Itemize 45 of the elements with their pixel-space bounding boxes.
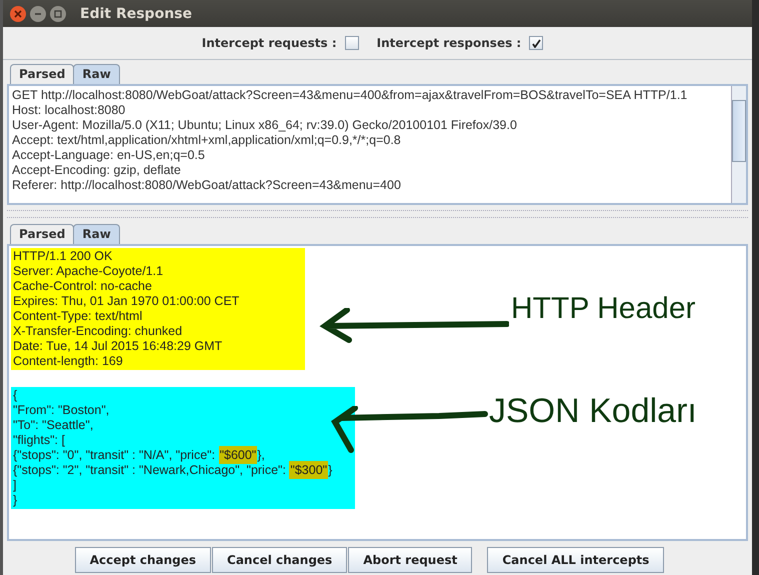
action-button[interactable]: Abort request [348,547,472,573]
json-line: "From": "Boston", [13,403,110,418]
header-line: Content-Type: text/html [13,309,144,324]
request-line: Host: localhost:8080 [12,103,126,118]
action-button[interactable]: Accept changes [74,547,212,573]
request-line: Accept: text/html,application/xhtml+xml,application/xml;q=0.9,*/*;q=0.8 [12,133,402,148]
tab[interactable]: Parsed [10,224,74,244]
json-line: "flights": [ [13,433,66,448]
header-line: Cache-Control: no-cache [13,279,153,294]
json-line: {"stops": "2", "transit" : "Newark,Chicago", "price": "$300"} [13,463,334,478]
action-button[interactable]: Cancel ALL intercepts [487,547,664,573]
request-line: Accept-Encoding: gzip, deflate [12,163,182,178]
maximize-icon[interactable] [50,6,66,22]
request-line: Referer: http://localhost:8080/WebGoat/attack?Screen=43&menu=400 [12,178,402,193]
checkbox[interactable] [529,36,544,50]
request-line: GET http://localhost:8080/WebGoat/attack?Screen=43&menu=400&from=ajax&travelFrom=BOS&travelTo=SEA HTTP/1.1 [12,88,688,103]
header-line: Content-length: 169 [13,354,124,369]
json-line: } [13,493,18,508]
close-icon[interactable] [10,6,26,22]
response-text-area[interactable] [7,244,748,541]
request-text-area[interactable] [7,84,748,205]
action-button[interactable]: Cancel changes [212,547,348,573]
json-line: {"stops": "0", "transit" : "N/A", "price": "$600"}, [13,448,266,463]
split-pane-divider[interactable] [7,210,748,218]
json-line: { [13,388,18,403]
annotation-text: JSON Kodları [489,391,697,432]
minimize-icon[interactable] [30,6,46,22]
scrollbar[interactable] [731,86,746,203]
json-line: "To": "Seattle", [13,418,94,433]
header-line: Expires: Thu, 01 Jan 1970 01:00:00 CET [13,294,240,309]
header-line: X-Transfer-Encoding: chunked [13,324,184,339]
tab[interactable]: Raw [73,224,120,244]
header-line: Date: Tue, 14 Jul 2015 16:48:29 GMT [13,339,224,354]
checkbox-label: Intercept responses : [376,36,522,50]
checkbox-label: Intercept requests : [202,36,337,50]
checkbox[interactable] [344,36,359,50]
request-line: User-Agent: Mozilla/5.0 (X11; Ubuntu; Linux x86_64; rv:39.0) Gecko/20100101 Firefox/39.0 [12,118,518,133]
window-title: Edit Response [80,6,192,22]
tab[interactable]: Parsed [10,64,74,84]
request-line: Accept-Language: en-US,en;q=0.5 [12,148,206,163]
json-line: ] [13,478,18,493]
header-line: Server: Apache-Coyote/1.1 [13,264,164,279]
annotation-text: HTTP Header [511,291,696,327]
tab[interactable]: Raw [73,64,120,84]
header-line: HTTP/1.1 200 OK [13,249,114,264]
